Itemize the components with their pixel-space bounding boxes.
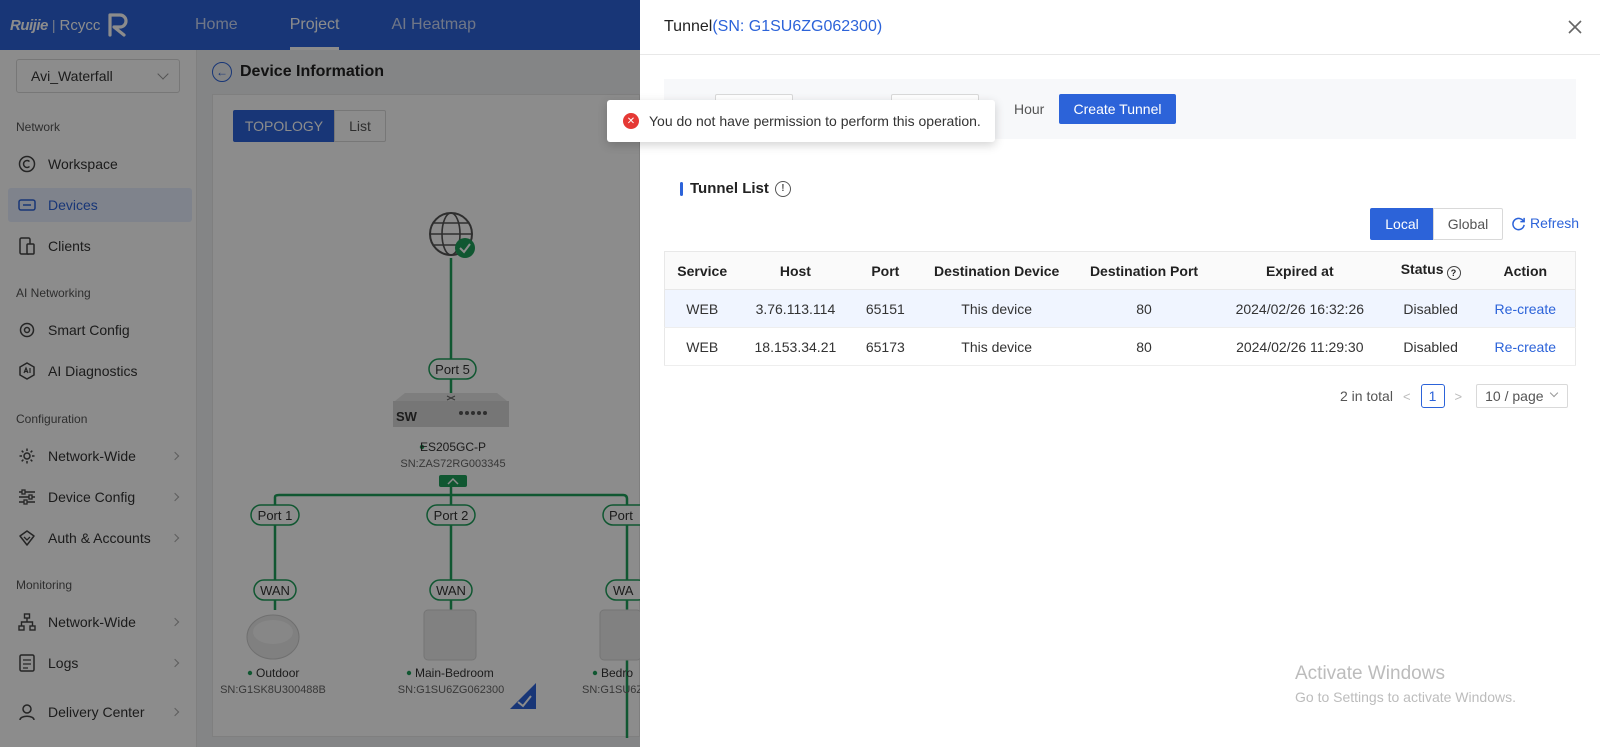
page-number-button[interactable]: 1 (1420, 384, 1445, 408)
info-icon[interactable]: ! (774, 180, 791, 197)
tunnel-list-title: Tunnel List ! (680, 180, 791, 197)
drawer-sn: (SN: G1SU6ZG062300) (712, 18, 883, 35)
tunnel-table: Service Host Port Destination Device Des… (664, 251, 1576, 366)
chevron-left-icon[interactable]: < (1403, 389, 1411, 404)
table-row: WEB 3.76.113.114 65151 This device 80 20… (664, 289, 1576, 328)
pagination: 2 in total < 1 > 10 / page (1340, 384, 1584, 408)
create-tunnel-button[interactable]: Create Tunnel (1059, 94, 1176, 124)
cell-service: WEB (664, 289, 740, 328)
help-icon[interactable]: ? (1446, 266, 1461, 280)
cell-expired-at: 2024/02/26 11:29:30 (1213, 327, 1386, 366)
scope-local-button[interactable]: Local (1370, 208, 1434, 240)
error-toast: ✕ You do not have permission to perform … (607, 100, 995, 142)
cell-port: 65173 (851, 327, 920, 366)
windows-activation-watermark: Activate Windows Go to Settings to activ… (1295, 663, 1516, 705)
close-icon[interactable] (1566, 18, 1584, 36)
column-header-status: Status? (1385, 251, 1476, 290)
refresh-icon (1512, 217, 1525, 230)
cell-service: WEB (664, 327, 740, 366)
refresh-button[interactable]: Refresh (1511, 215, 1579, 231)
pagination-total: 2 in total (1340, 388, 1393, 404)
chevron-right-icon[interactable]: > (1455, 389, 1463, 404)
column-header: Action (1475, 251, 1576, 290)
cell-destination-port: 80 (1074, 327, 1214, 366)
cell-destination-device: This device (919, 289, 1075, 328)
table-row: WEB 18.153.34.21 65173 This device 80 20… (664, 327, 1576, 366)
cell-destination-device: This device (919, 327, 1075, 366)
page-size-select[interactable]: 10 / page (1476, 384, 1569, 408)
drawer-title: Tunnel (664, 18, 713, 35)
page-size-value: 10 / page (1485, 388, 1544, 404)
chevron-down-icon (1549, 388, 1559, 398)
drawer-header: Tunnel (SN: G1SU6ZG062300) (640, 0, 1600, 55)
scope-global-button[interactable]: Global (1433, 208, 1503, 240)
watermark-subtitle: Go to Settings to activate Windows. (1295, 689, 1516, 705)
table-header-row: Service Host Port Destination Device Des… (664, 251, 1576, 290)
column-header: Port (851, 251, 920, 290)
toast-message: You do not have permission to perform th… (649, 113, 981, 129)
cell-host: 3.76.113.114 (739, 289, 852, 328)
modal-overlay[interactable] (0, 0, 640, 747)
cell-status: Disabled (1385, 327, 1476, 366)
hour-label: Hour (1014, 101, 1045, 117)
cell-port: 65151 (851, 289, 920, 328)
cell-status: Disabled (1385, 289, 1476, 328)
recreate-link[interactable]: Re-create (1475, 289, 1576, 328)
watermark-title: Activate Windows (1295, 663, 1445, 684)
cell-host: 18.153.34.21 (739, 327, 852, 366)
cell-destination-port: 80 (1074, 289, 1214, 328)
recreate-link[interactable]: Re-create (1475, 327, 1576, 366)
column-header: Status (1400, 261, 1444, 277)
column-header: Host (739, 251, 852, 290)
cell-expired-at: 2024/02/26 16:32:26 (1213, 289, 1386, 328)
column-header: Destination Port (1074, 251, 1214, 290)
column-header: Expired at (1213, 251, 1386, 290)
tunnel-list-label: Tunnel List (690, 180, 769, 197)
error-icon: ✕ (623, 113, 639, 129)
column-header: Destination Device (919, 251, 1075, 290)
refresh-label: Refresh (1530, 215, 1580, 231)
column-header: Service (664, 251, 740, 290)
